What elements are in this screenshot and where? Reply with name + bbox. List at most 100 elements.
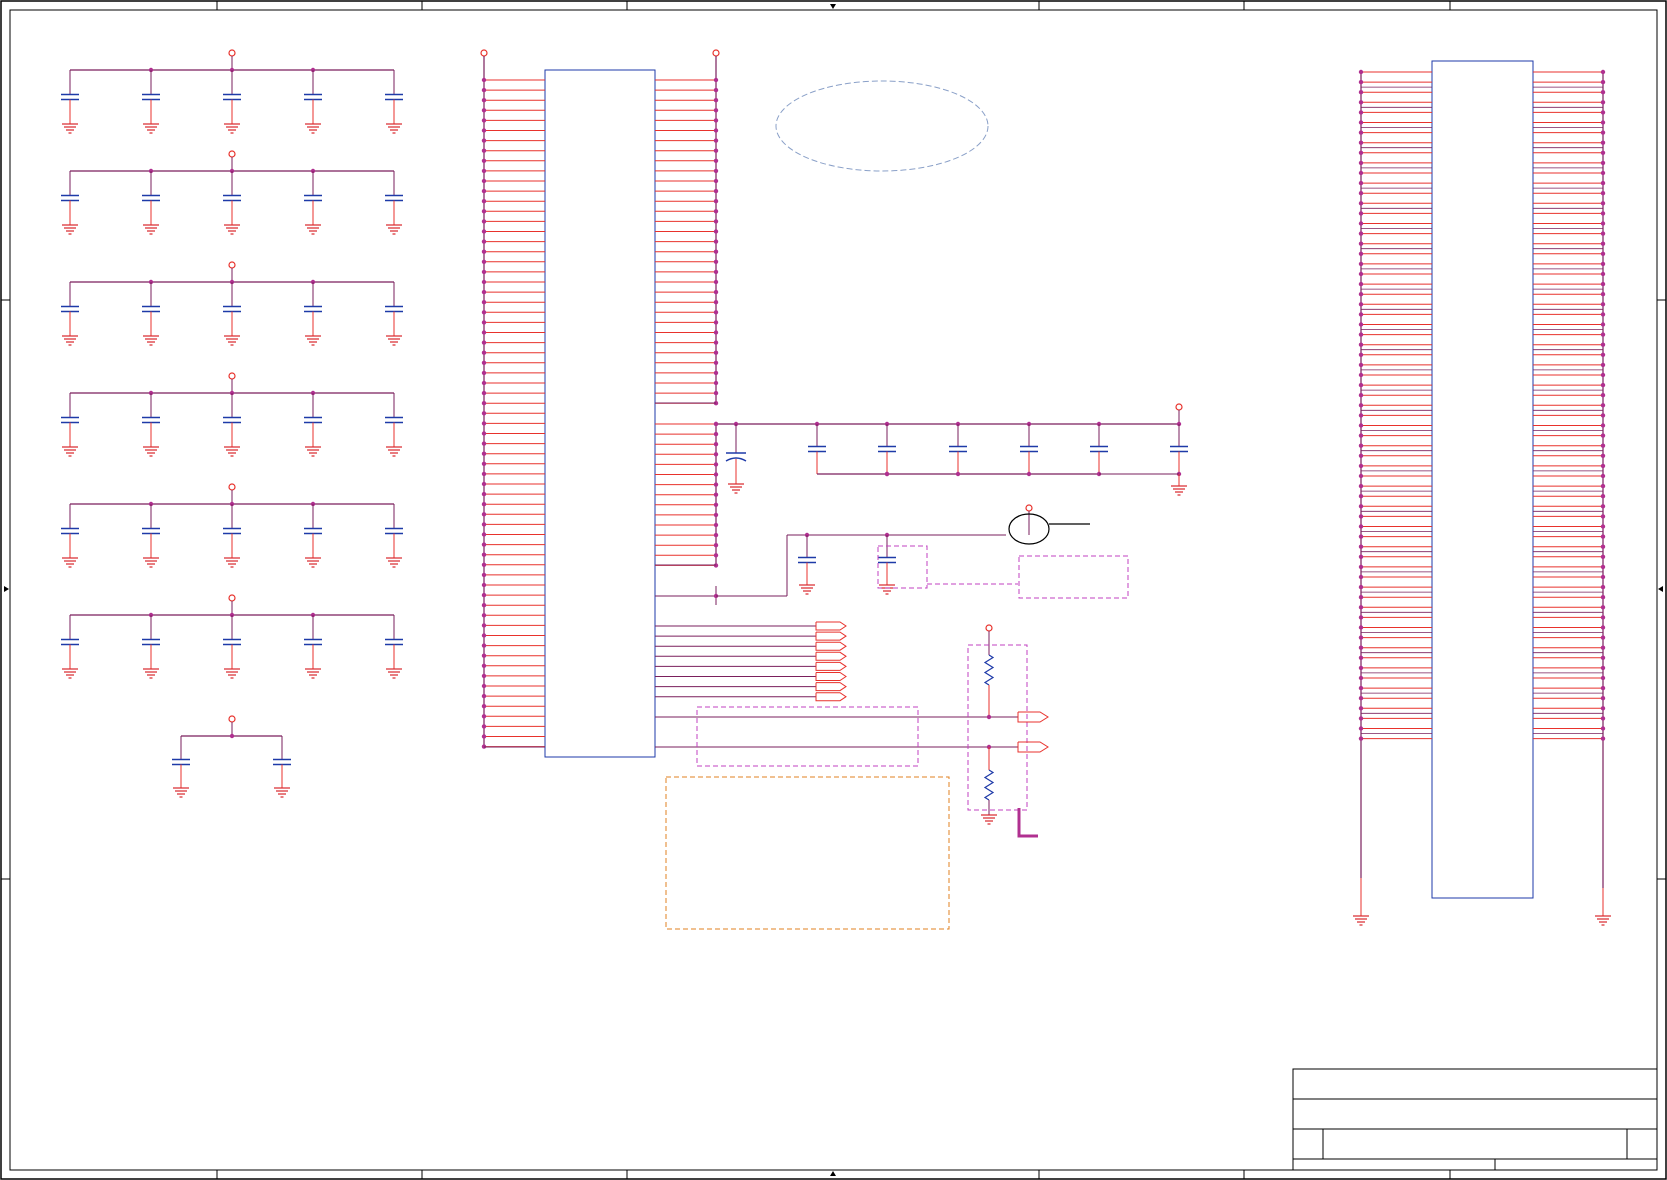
capacitor-symbol [385,393,403,447]
note-ellipse-dashed [775,80,989,172]
port-flag [815,621,847,631]
junction-dot [1600,120,1606,125]
junction-dot [1358,564,1364,570]
output-port-flag [1017,711,1049,723]
ground-symbol [224,335,240,346]
junction-dot [1358,413,1364,418]
ground-symbol [305,335,321,346]
junction-dot [1358,665,1364,671]
capacitor-symbol [304,393,322,447]
junction-dot [481,451,487,456]
junction-dot [1358,292,1364,297]
capacitor-symbol [142,70,160,124]
junction-dot [481,441,487,446]
junction-dot [1600,130,1606,135]
center-arrow-bottom [830,1171,836,1176]
junction-dot [1600,140,1606,145]
junction-dot [1600,393,1606,398]
junction-dot [1358,433,1364,438]
junction-dot [1358,100,1364,105]
junction-dot [1600,352,1606,357]
junction-dot [1358,423,1364,428]
junction-dot [1358,403,1364,408]
junction-dot [481,552,487,557]
junction-dot [1600,251,1606,256]
resistor-symbol [983,769,995,801]
junction-dot [481,249,487,254]
junction-dot [481,562,487,567]
junction-dot [1600,584,1606,590]
junction-dot [713,219,719,224]
junction-dot [1600,180,1606,186]
junction-dot [1358,534,1364,539]
junction-dot [481,724,487,729]
junction-dot [481,512,487,517]
capacitor-symbol [223,171,241,225]
junction-dot [713,310,719,315]
junction-dot [1600,342,1606,347]
junction-dot [481,148,487,153]
capacitor-symbol [949,424,967,474]
ground-symbol [143,668,159,679]
junction-dot [1600,292,1606,297]
ground-symbol [981,814,997,825]
junction-dot [1600,544,1606,549]
junction-dot [1600,665,1606,671]
junction-dot [1358,595,1364,600]
junction-dot [1358,675,1364,681]
junction-dot [481,310,487,315]
junction-dot [1600,79,1606,85]
note-box-dashed [665,776,950,930]
junction-dot [481,199,487,204]
junction-dot [713,259,719,264]
junction-dot [1358,453,1364,458]
junction-dot [1600,231,1606,236]
junction-dot [1358,241,1364,246]
junction-dot [955,471,961,477]
junction-dot [713,421,719,427]
ground-symbol [1353,915,1369,926]
junction-dot [1600,100,1606,105]
junction-dot [1600,160,1606,166]
ground-symbol [879,584,895,595]
junction-dot [713,269,719,275]
port-flag [815,631,847,641]
decoupling-cap-group [61,483,403,568]
power-port-symbol [712,49,720,57]
junction-dot [481,77,487,83]
junction-dot [1600,554,1606,559]
capacitor-symbol [61,504,79,558]
capacitor-symbol [61,70,79,124]
junction-dot [1600,271,1606,277]
junction-dot [713,340,719,345]
ground-symbol [305,123,321,134]
pull-resistor-section [967,624,1049,838]
junction-dot [1358,726,1364,731]
junction-dot [1358,615,1364,620]
junction-dot [1358,625,1364,630]
junction-dot [1358,655,1364,660]
junction-dot [1358,504,1364,509]
output-port-flag [1017,741,1049,753]
junction-dot [1600,645,1606,650]
junction-dot [1600,362,1606,368]
junction-dot [1600,463,1606,469]
junction-dot [481,471,487,477]
junction-dot [481,269,487,275]
junction-dot [1358,494,1364,499]
junction-dot [1600,110,1606,115]
power-port-symbol [1175,403,1183,411]
junction-dot [713,452,719,457]
capacitor-symbol [304,171,322,225]
junction-dot [1358,271,1364,277]
junction-dot [1600,696,1606,701]
decoupling-cap-group-small [172,715,291,798]
capacitor-symbol [172,736,190,788]
junction-dot [713,320,719,325]
junction-dot [1358,584,1364,590]
junction-dot [1358,716,1364,721]
capacitor-symbol [385,615,403,669]
right-connector-ic [1353,60,1611,926]
junction-dot [1358,443,1364,448]
junction-dot [1600,403,1606,408]
